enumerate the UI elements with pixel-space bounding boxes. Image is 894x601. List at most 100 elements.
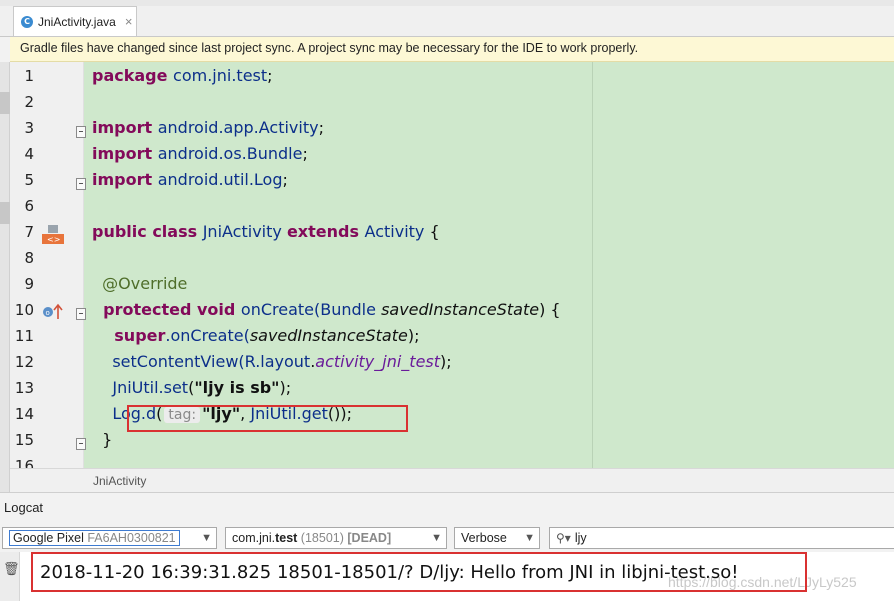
code-line: JniUtil.set("ljy is sb"); xyxy=(92,378,291,397)
line-number: 5 xyxy=(24,171,34,189)
line-number: 10 xyxy=(14,301,34,319)
close-icon[interactable]: × xyxy=(125,14,133,29)
chevron-down-icon: ▼ xyxy=(524,532,535,544)
code-token: import xyxy=(92,118,158,137)
code-line: @Override xyxy=(92,274,187,293)
breadcrumb-item[interactable]: JniActivity xyxy=(93,474,146,488)
fold-toggle-icon[interactable] xyxy=(76,308,86,320)
code-token: extends xyxy=(286,222,365,241)
code-token: @Override xyxy=(92,274,188,293)
logcat-panel-header: Logcat xyxy=(0,492,894,522)
process-state: [DEAD] xyxy=(347,531,392,545)
banner-text: Gradle files have changed since last pro… xyxy=(20,41,639,55)
highlight-log-call xyxy=(127,405,408,432)
line-number: 9 xyxy=(24,275,34,293)
tab-jniactivity[interactable]: C JniActivity.java × xyxy=(13,6,137,36)
code-token: Activity xyxy=(364,222,430,241)
layout-file-icon[interactable]: <> xyxy=(42,225,64,244)
highlight-log-output xyxy=(31,552,807,592)
tool-window-button[interactable] xyxy=(0,92,10,114)
tool-window-button[interactable] xyxy=(0,202,10,224)
code-token: com.jni.test xyxy=(173,66,268,85)
logcat-toolbar: Google Pixel FA6AH0300821 ▼ com.jni. test… xyxy=(0,522,894,552)
search-value: ljy xyxy=(574,531,587,545)
code-line: protected void onCreate(Bundle savedInst… xyxy=(92,300,561,319)
log-level-value: Verbose xyxy=(461,531,507,545)
process-pid: (18501) xyxy=(300,531,344,545)
line-number: 7 xyxy=(24,223,34,241)
line-number: 6 xyxy=(24,197,34,215)
code-token: .onCreate( xyxy=(165,326,250,345)
code-token: savedInstanceState xyxy=(381,300,540,319)
code-token: ) { xyxy=(539,300,561,319)
line-number: 4 xyxy=(24,145,34,163)
code-line: import android.app.Activity; xyxy=(92,118,324,137)
code-line: import android.util.Log; xyxy=(92,170,288,189)
code-token: protected void xyxy=(92,300,241,319)
line-number: 16 xyxy=(14,457,34,468)
logcat-search-input[interactable]: ⚲▾ ljy xyxy=(549,527,894,549)
left-tool-strip xyxy=(0,62,10,492)
code-token: R. xyxy=(244,352,261,371)
svg-text:<>: <> xyxy=(47,235,60,244)
device-serial: FA6AH0300821 xyxy=(87,531,176,545)
code-line: public class JniActivity extends Activit… xyxy=(92,222,440,241)
tab-label: JniActivity.java xyxy=(38,14,116,29)
code-token: "ljy is sb" xyxy=(194,378,280,397)
code-token: Bundle xyxy=(320,300,382,319)
process-name: com.jni. xyxy=(232,531,276,545)
code-token: ; xyxy=(282,170,288,189)
code-token: JniActivity xyxy=(202,222,287,241)
code-token: setContentView( xyxy=(92,352,245,371)
code-token: android.os.Bundle xyxy=(157,144,303,163)
line-number: 2 xyxy=(24,93,34,111)
code-token: ; xyxy=(267,66,273,85)
code-token: ; xyxy=(318,118,324,137)
logcat-side-toolbar: 🗑 xyxy=(0,552,20,601)
search-icon: ⚲▾ xyxy=(556,531,571,545)
code-line: import android.os.Bundle; xyxy=(92,144,308,163)
process-select[interactable]: com.jni. test (18501) [DEAD] ▼ xyxy=(225,527,447,549)
trash-icon[interactable]: 🗑 xyxy=(3,562,20,577)
editor-tab-bar: C JniActivity.java × xyxy=(0,6,894,37)
code-token: public class xyxy=(92,222,203,241)
device-selected: Google Pixel FA6AH0300821 xyxy=(9,530,180,546)
right-margin-guide xyxy=(592,62,593,468)
code-token: import xyxy=(92,144,158,163)
java-class-icon: C xyxy=(21,15,33,28)
code-line: super.onCreate(savedInstanceState); xyxy=(92,326,419,345)
code-token: layout xyxy=(260,352,311,371)
code-token: ); xyxy=(279,378,292,397)
code-token: savedInstanceState xyxy=(249,326,408,345)
device-select[interactable]: Google Pixel FA6AH0300821 ▼ xyxy=(2,527,217,549)
code-token: super xyxy=(92,326,166,345)
code-line: package com.jni.test; xyxy=(92,66,273,85)
gradle-sync-banner: Gradle files have changed since last pro… xyxy=(10,37,894,62)
code-token: package xyxy=(92,66,174,85)
code-line: } xyxy=(92,430,112,449)
code-token: ); xyxy=(407,326,420,345)
code-token: import xyxy=(92,170,158,189)
breadcrumb: JniActivity xyxy=(10,468,894,492)
line-number: 1 xyxy=(24,67,34,85)
logcat-title: Logcat xyxy=(4,500,44,515)
fold-toggle-icon[interactable] xyxy=(76,438,86,450)
code-token: activity_jni_test xyxy=(315,352,441,371)
svg-text:o: o xyxy=(46,309,50,317)
code-token: { xyxy=(429,222,440,241)
fold-toggle-icon[interactable] xyxy=(76,126,86,138)
log-level-select[interactable]: Verbose ▼ xyxy=(454,527,540,549)
code-token: android.app.Activity xyxy=(157,118,319,137)
line-number: 15 xyxy=(14,431,34,449)
line-number: 14 xyxy=(14,405,34,423)
chevron-down-icon: ▼ xyxy=(201,532,212,544)
code-token: } xyxy=(92,430,113,449)
code-token: JniUtil. xyxy=(92,378,164,397)
override-method-icon[interactable]: o xyxy=(42,303,64,319)
code-token: ; xyxy=(302,144,308,163)
process-name-bold: test xyxy=(275,531,298,545)
fold-toggle-icon[interactable] xyxy=(76,178,86,190)
code-token: ); xyxy=(440,352,452,371)
editor-gutter: 1 2 3 4 5 6 7 8 9 10 11 12 13 14 15 16 <> o xyxy=(10,62,86,468)
code-token: set xyxy=(163,378,189,397)
